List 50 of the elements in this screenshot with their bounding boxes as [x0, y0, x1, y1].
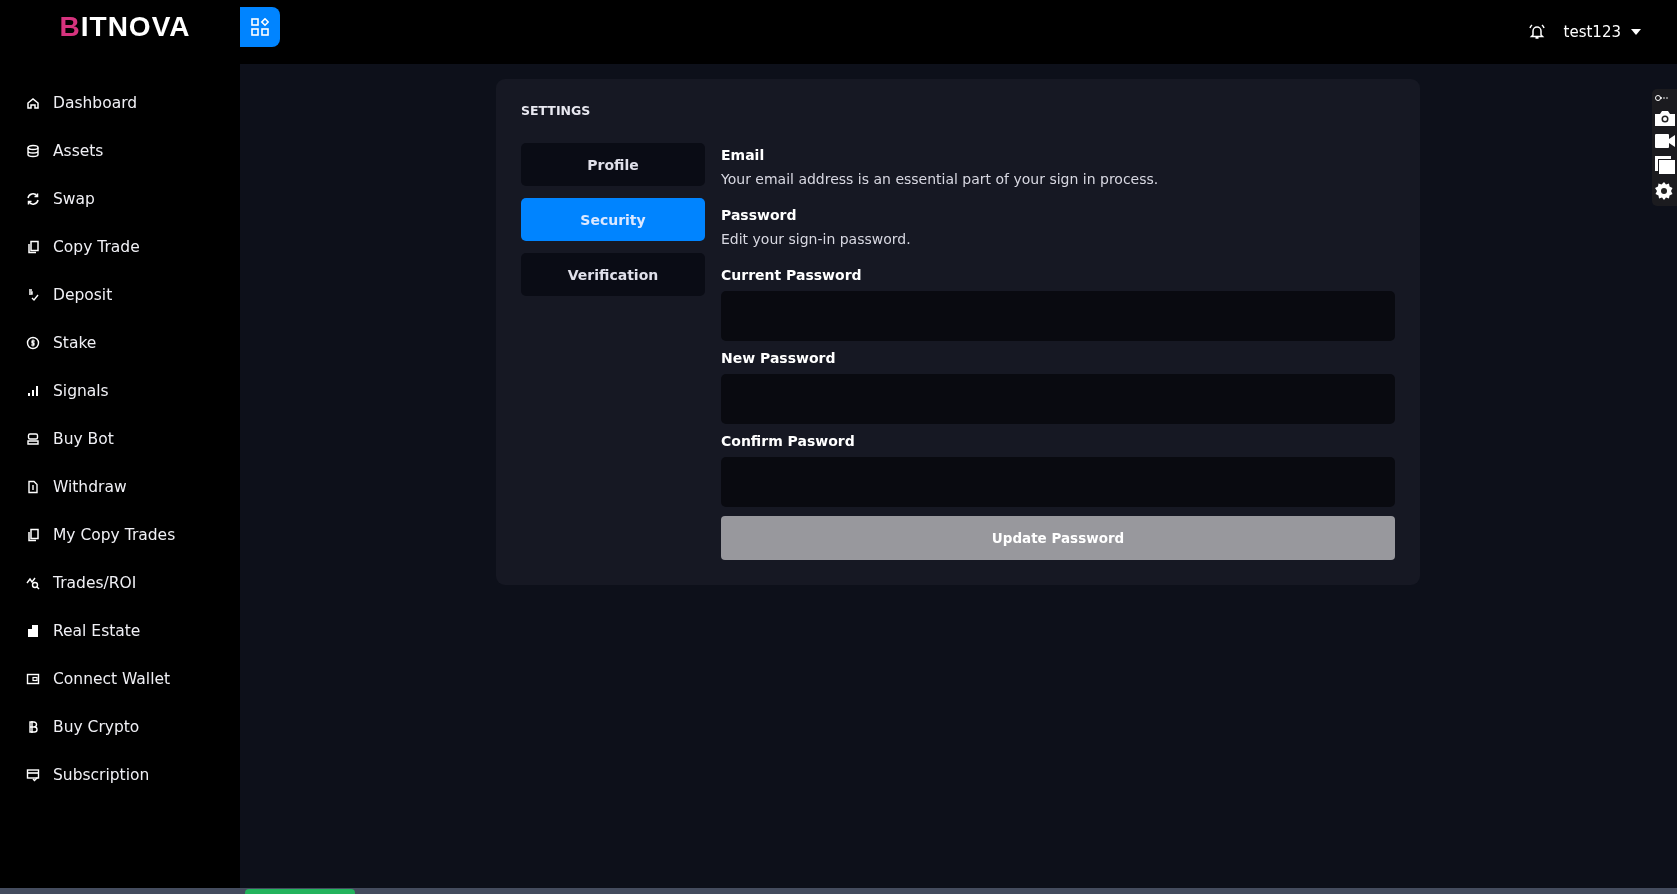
- section-heading: Email: [721, 147, 766, 163]
- bar-chart-icon: [26, 384, 40, 398]
- wallet-icon: [26, 672, 40, 686]
- field-label: Confirm Pasword: [721, 433, 856, 449]
- sidebar-item[interactable]: Buy Bot: [0, 415, 240, 463]
- sidebar-item[interactable]: My Copy Trades: [0, 511, 240, 559]
- building-icon: [26, 624, 40, 638]
- bell-icon[interactable]: [1527, 24, 1546, 40]
- sidebar-item[interactable]: Swap: [0, 175, 240, 223]
- field-label: Current Password: [721, 267, 863, 283]
- settings-icon[interactable]: [1655, 182, 1673, 200]
- user-menu[interactable]: test123: [1563, 23, 1641, 41]
- database-icon: [26, 144, 40, 158]
- sidebar-item[interactable]: Trades/ROI: [0, 559, 240, 607]
- grid-icon: [251, 18, 269, 36]
- card-title: SETTINGS: [521, 103, 592, 118]
- field-label: New Password: [721, 350, 837, 366]
- camera-icon[interactable]: [1655, 110, 1675, 126]
- document-icon: [26, 480, 40, 494]
- sidebar-item[interactable]: Copy Trade: [0, 223, 240, 271]
- section-heading: Password: [721, 207, 798, 223]
- copy-icon: [26, 240, 40, 254]
- section-description: Your email address is an essential part of your sign in process.: [721, 171, 1160, 187]
- swap-icon: [26, 192, 40, 206]
- copy-icon: [26, 528, 40, 542]
- sidebar-item[interactable]: Dashboard: [0, 79, 240, 127]
- settings-tab[interactable]: Profile: [521, 143, 705, 186]
- house-icon: [26, 96, 40, 110]
- link-icon[interactable]: [1655, 94, 1669, 102]
- logo: BITNOVA: [59, 11, 191, 43]
- section-description: Edit your sign-in password.: [721, 231, 912, 247]
- windows-icon[interactable]: [1655, 156, 1675, 174]
- robot-icon: [26, 432, 40, 446]
- video-camera-icon[interactable]: [1655, 134, 1675, 148]
- card-check-icon: [26, 768, 40, 782]
- sidebar-item[interactable]: Subscription: [0, 751, 240, 799]
- sidebar-item[interactable]: Connect Wallet: [0, 655, 240, 703]
- apps-button[interactable]: [240, 7, 280, 47]
- settings-tab[interactable]: Verification: [521, 253, 705, 296]
- sidebar-item[interactable]: Withdraw: [0, 463, 240, 511]
- sidebar-item[interactable]: Real Estate: [0, 607, 240, 655]
- sidebar-item[interactable]: Assets: [0, 127, 240, 175]
- sidebar-item[interactable]: Signals: [0, 367, 240, 415]
- coin-icon: [26, 336, 40, 350]
- caret-icon: [1631, 29, 1641, 35]
- sidebar-item[interactable]: Deposit: [0, 271, 240, 319]
- chart-search-icon: [26, 576, 40, 590]
- sidebar-item[interactable]: Buy Crypto: [0, 703, 240, 751]
- bitcoin-icon: [26, 720, 40, 734]
- sidebar-item[interactable]: Stake: [0, 319, 240, 367]
